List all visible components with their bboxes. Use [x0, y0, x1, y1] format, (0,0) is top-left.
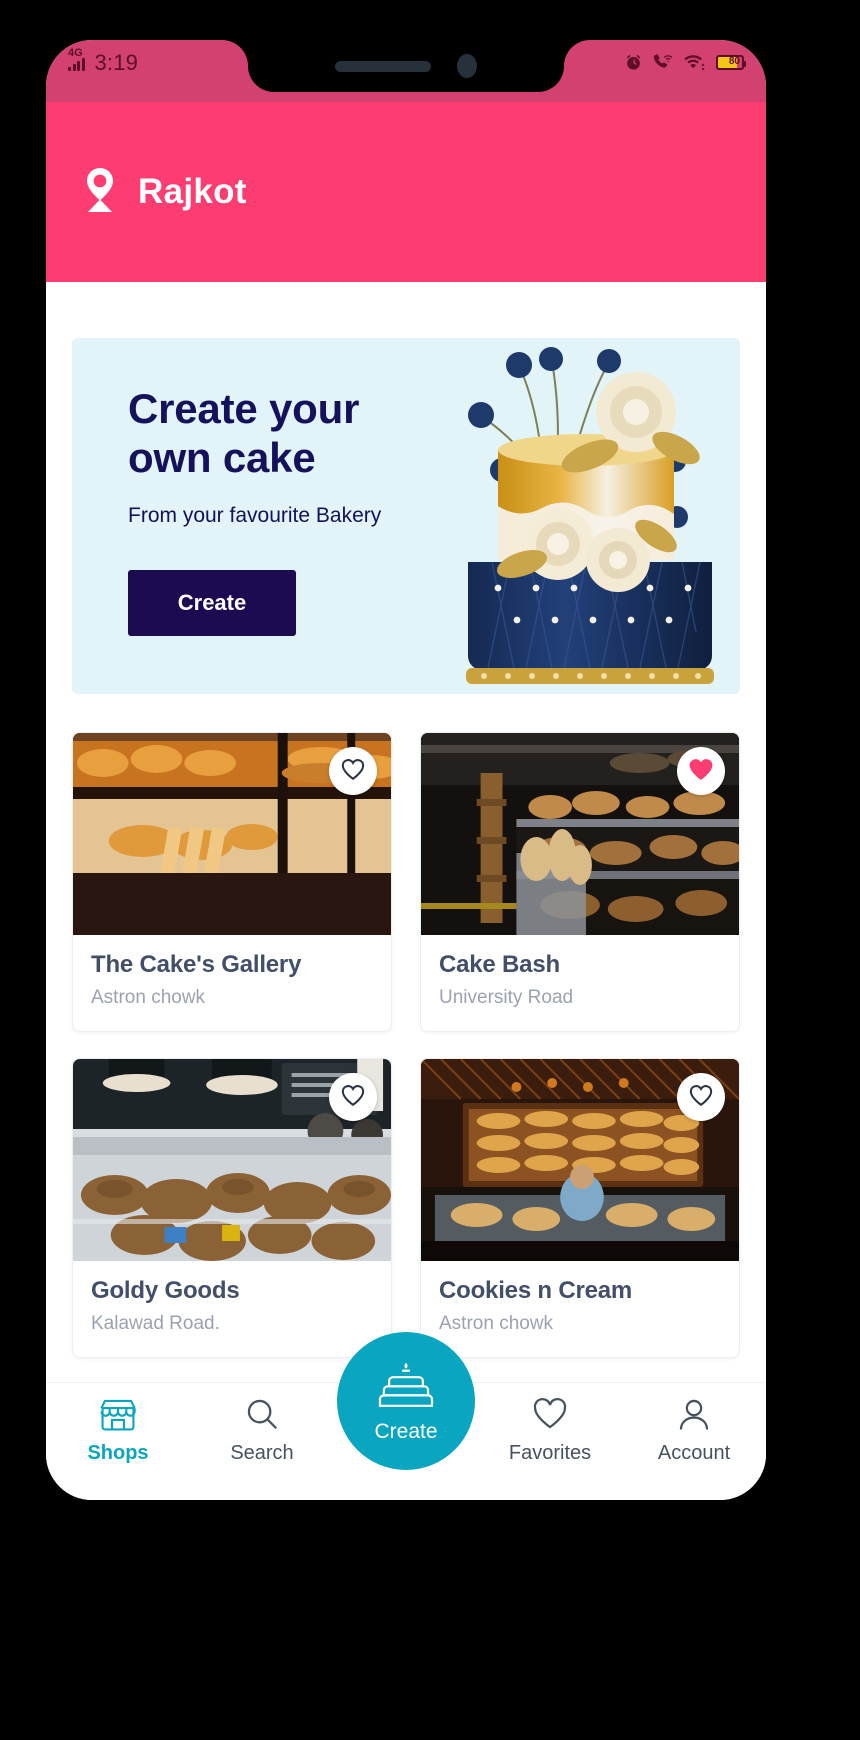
cake-photo: [440, 338, 740, 694]
banner-title-line2: own cake: [128, 434, 316, 482]
phone-screen: 4G 3:19 80 Rajkot Create your own cake F…: [46, 40, 766, 1500]
favorite-button[interactable]: [329, 1073, 377, 1121]
tab-label: Account: [657, 1442, 731, 1464]
device-notch: [222, 40, 590, 92]
person-icon: [675, 1397, 713, 1436]
tab-favorites[interactable]: Favorites: [478, 1383, 622, 1465]
favorite-button[interactable]: [329, 747, 377, 795]
shop-card[interactable]: The Cake's Gallery Astron chowk: [72, 732, 392, 1032]
heart-outline-icon: [340, 1083, 366, 1112]
shop-info: The Cake's Gallery Astron chowk: [73, 935, 391, 1031]
shop-location: Kalawad Road.: [91, 1313, 220, 1334]
search-icon: [243, 1397, 281, 1436]
banner-title-line1: Create your: [128, 385, 360, 432]
storefront-icon: [99, 1397, 137, 1436]
heart-icon: [531, 1397, 569, 1436]
front-camera: [457, 54, 477, 78]
shop-info: Cake Bash University Road: [421, 935, 739, 1031]
main-content: Create your own cake From your favourite…: [46, 282, 766, 1500]
heart-outline-icon: [340, 757, 366, 786]
tab-label: Shops: [87, 1442, 149, 1464]
network-type-label: 4G: [68, 46, 83, 59]
status-bar: 4G 3:19 80: [46, 40, 766, 102]
tab-label: Favorites: [508, 1442, 592, 1464]
create-cake-banner: Create your own cake From your favourite…: [72, 338, 740, 694]
heart-filled-icon: [687, 756, 715, 787]
shop-card[interactable]: Cookies n Cream Astron chowk: [420, 1058, 740, 1358]
favorite-button[interactable]: [677, 1073, 725, 1121]
heart-outline-icon: [688, 1083, 714, 1112]
shop-location: Astron chowk: [91, 987, 206, 1008]
favorite-button[interactable]: [677, 747, 725, 795]
status-bar-left: 4G 3:19: [68, 47, 139, 75]
shop-location: Astron chowk: [439, 1313, 554, 1334]
signal-bars-icon: 4G: [68, 47, 85, 71]
status-bar-right: 80: [624, 52, 746, 72]
shop-grid: The Cake's Gallery Astron chowk Cake Bas…: [72, 732, 740, 1358]
shop-name: The Cake's Gallery: [91, 951, 302, 978]
tab-account[interactable]: Account: [622, 1383, 766, 1465]
tab-shops[interactable]: Shops: [46, 1383, 190, 1465]
location-pin-icon[interactable]: [80, 166, 120, 219]
page-title: Rajkot: [138, 172, 247, 211]
shop-name: Cookies n Cream: [439, 1277, 633, 1304]
fab-label: Create: [374, 1419, 438, 1443]
shop-card[interactable]: Cake Bash University Road: [420, 732, 740, 1032]
shop-name: Cake Bash: [439, 951, 560, 978]
wifi-calling-icon: [652, 53, 674, 72]
battery-icon: 80: [716, 54, 746, 70]
shop-info: Goldy Goods Kalawad Road.: [73, 1261, 391, 1357]
battery-percent-label: 80: [728, 56, 740, 67]
status-clock: 3:19: [94, 50, 139, 75]
earpiece-speaker: [335, 60, 431, 72]
shop-info: Cookies n Cream Astron chowk: [421, 1261, 739, 1357]
banner-subtitle: From your favourite Bakery: [128, 504, 382, 528]
shop-location: University Road: [439, 987, 574, 1008]
app-header: Rajkot: [46, 102, 766, 282]
banner-text-block: Create your own cake From your favourite…: [128, 384, 458, 528]
shop-name: Goldy Goods: [91, 1277, 240, 1304]
cake-icon: [377, 1359, 435, 1416]
shop-card[interactable]: Goldy Goods Kalawad Road.: [72, 1058, 392, 1358]
create-fab-button[interactable]: Create: [337, 1332, 475, 1470]
wifi-icon: [683, 52, 707, 72]
alarm-clock-icon: [624, 53, 643, 72]
tab-search[interactable]: Search: [190, 1383, 334, 1465]
tab-label: Search: [230, 1442, 294, 1464]
create-cake-button[interactable]: Create: [128, 570, 296, 636]
